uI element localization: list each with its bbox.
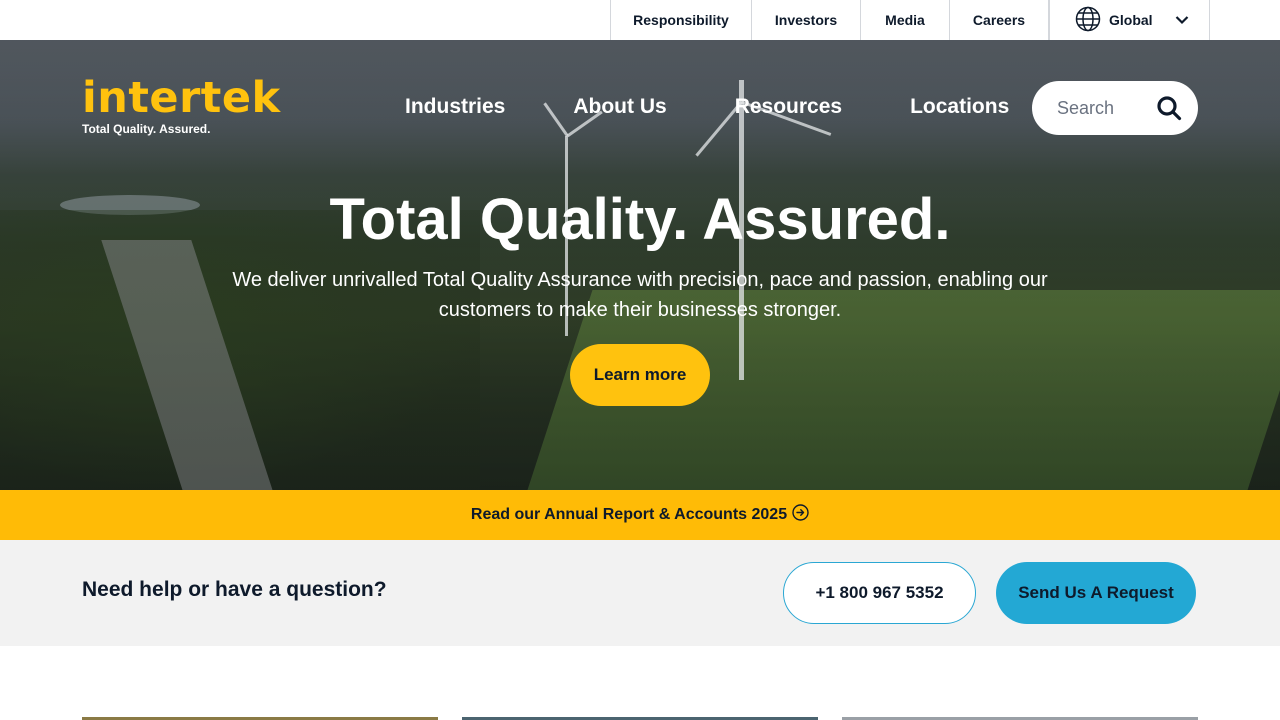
arrow-right-circle-icon [792,504,809,526]
logo-tagline: Total Quality. Assured. [82,122,211,136]
utility-link-investors[interactable]: Investors [752,0,861,40]
annual-report-banner[interactable]: Read our Annual Report & Accounts 2025 [0,490,1280,540]
annual-report-link[interactable]: Read our Annual Report & Accounts 2025 [471,506,787,524]
main-nav: Industries About Us Resources Locations [405,92,1009,122]
help-question: Need help or have a question? [82,578,387,601]
help-section: Need help or have a question? +1 800 967… [0,540,1280,646]
learn-more-button[interactable]: Learn more [570,344,710,406]
utility-bar: Responsibility Investors Media Careers G… [0,0,1280,40]
globe-icon [1075,6,1101,35]
utility-nav: Responsibility Investors Media Careers G… [610,0,1210,40]
nav-resources[interactable]: Resources [735,92,842,122]
search-box [1032,81,1198,135]
nav-locations[interactable]: Locations [910,92,1009,122]
nav-industries[interactable]: Industries [405,92,505,122]
search-icon[interactable] [1154,93,1184,123]
utility-link-careers[interactable]: Careers [950,0,1049,40]
intertek-logo[interactable]: intertek Total Quality. Assured. [82,73,281,137]
phone-button[interactable]: +1 800 967 5352 [783,562,976,624]
hero-title: Total Quality. Assured. [329,187,951,252]
send-request-button[interactable]: Send Us A Request [996,562,1196,624]
nav-about-us[interactable]: About Us [573,92,666,122]
region-label: Global [1109,12,1153,28]
region-selector[interactable]: Global [1049,0,1210,40]
logo-wordmark: intertek [82,73,281,123]
utility-link-responsibility[interactable]: Responsibility [611,0,752,40]
chevron-down-icon [1175,12,1189,28]
search-input[interactable] [1057,97,1153,119]
hero-section: intertek Total Quality. Assured. Industr… [0,40,1280,490]
hero-subtitle: We deliver unrivalled Total Quality Assu… [232,269,1048,321]
utility-link-media[interactable]: Media [861,0,950,40]
